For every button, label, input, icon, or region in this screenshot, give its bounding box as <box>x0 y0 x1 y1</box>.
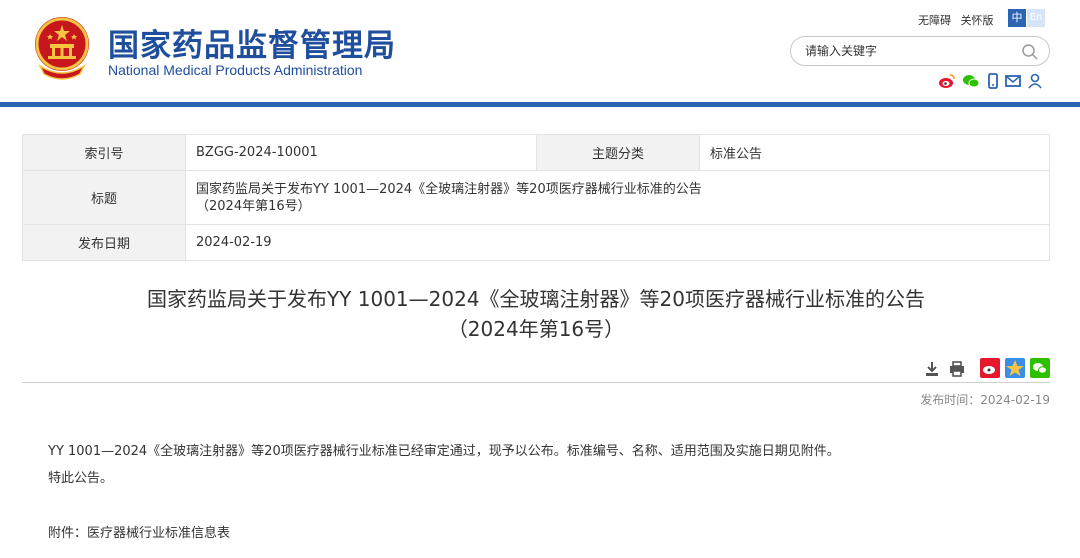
article-title-line2: （2024年第16号） <box>447 317 625 341</box>
title-value-line2: （2024年第16号） <box>196 198 311 214</box>
accessibility-link[interactable]: 无障碍 <box>918 14 951 27</box>
share-wechat-icon[interactable] <box>1030 358 1050 378</box>
table-row: 索引号 BZGG-2024-10001 主题分类 标准公告 <box>22 134 1050 171</box>
category-value: 标准公告 <box>699 134 1050 171</box>
article-title-line1: 国家药监局关于发布YY 1001—2024《全玻璃注射器》等20项医疗器械行业标… <box>146 287 926 311</box>
title-value-line1: 国家药监局关于发布YY 1001—2024《全玻璃注射器》等20项医疗器械行业标… <box>196 181 702 197</box>
attachment-link[interactable]: 附件：医疗器械行业标准信息表 <box>48 522 230 541</box>
search-icon[interactable] <box>1021 43 1039 61</box>
publish-date-value: 2024-02-19 <box>185 224 1050 261</box>
header-divider-bar <box>0 102 1080 107</box>
title-value: 国家药监局关于发布YY 1001—2024《全玻璃注射器》等20项医疗器械行业标… <box>185 170 1050 225</box>
mail-icon[interactable] <box>1004 72 1022 90</box>
care-mode-link[interactable]: 关怀版 <box>961 14 994 27</box>
table-row: 标题 国家药监局关于发布YY 1001—2024《全玻璃注射器》等20项医疗器械… <box>22 170 1050 225</box>
article-paragraph: YY 1001—2024《全玻璃注射器》等20项医疗器械行业标准已经审定通过，现… <box>48 444 840 459</box>
site-header: 国家药品监督管理局 National Medical Products Admi… <box>0 0 1080 104</box>
lang-english-button[interactable]: En <box>1027 9 1045 27</box>
share-weibo-icon[interactable] <box>980 358 1000 378</box>
mobile-icon[interactable] <box>984 72 1002 90</box>
download-icon[interactable] <box>922 359 942 379</box>
search-box <box>790 36 1050 66</box>
site-title-chinese[interactable]: 国家药品监督管理局 <box>108 20 396 65</box>
share-qzone-icon[interactable] <box>1005 358 1025 378</box>
national-emblem-logo[interactable] <box>30 14 94 80</box>
article-info-table: 索引号 BZGG-2024-10001 主题分类 标准公告 标题 国家药监局关于… <box>22 134 1050 261</box>
category-label: 主题分类 <box>536 134 700 171</box>
article-title: 国家药监局关于发布YY 1001—2024《全玻璃注射器》等20项医疗器械行业标… <box>22 284 1050 344</box>
article-closing: 特此公告。 <box>48 471 114 486</box>
search-input[interactable] <box>805 41 1015 61</box>
publish-time: 发布时间：2024-02-19 <box>920 393 1050 407</box>
site-title-english[interactable]: National Medical Products Administration <box>108 62 362 78</box>
user-icon[interactable] <box>1026 72 1044 90</box>
wechat-icon[interactable] <box>962 72 980 90</box>
title-label: 标题 <box>22 170 186 225</box>
lang-chinese-button[interactable]: 中 <box>1008 9 1026 27</box>
publish-date-label: 发布日期 <box>22 224 186 261</box>
top-links: 无障碍 关怀版 <box>918 12 1000 28</box>
weibo-icon[interactable] <box>938 72 956 90</box>
table-row: 发布日期 2024-02-19 <box>22 224 1050 261</box>
article-divider <box>22 382 1050 383</box>
print-icon[interactable] <box>947 359 967 379</box>
index-number-label: 索引号 <box>22 134 186 171</box>
index-number-value: BZGG-2024-10001 <box>185 134 537 171</box>
